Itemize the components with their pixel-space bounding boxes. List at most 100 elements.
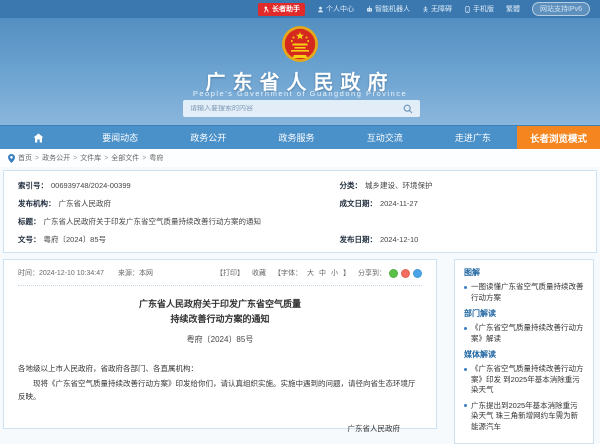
article-title-line2: 持续改善行动方案的通知 <box>18 312 422 327</box>
sidebar-heading-department: 部门解读 <box>464 308 584 319</box>
font-size-medium[interactable]: 中 <box>319 268 326 278</box>
ipv6-badge: 网站支持IPv6 <box>532 2 590 16</box>
breadcrumb-home[interactable]: 首页 <box>18 153 32 163</box>
meta-pub-date-value: 2024-12-10 <box>380 235 418 244</box>
meta-written-date-value: 2024-11-27 <box>380 199 418 208</box>
meta-index-label: 索引号： <box>18 180 48 191</box>
article-source: 来源：本网 <box>118 268 153 278</box>
nav-home[interactable] <box>0 126 76 149</box>
breadcrumb-disclosure[interactable]: 政务公开 <box>42 153 70 163</box>
robot-icon <box>366 6 373 13</box>
topbar-profile-label: 个人中心 <box>326 4 354 14</box>
breadcrumb: 首页 > 政务公开 > 文件库 > 全部文件 > 粤府 <box>0 149 600 167</box>
sidebar-link[interactable]: 《广东省空气质量持续改善行动方案》印发 到2025年基本消除重污染天气 <box>464 364 584 396</box>
topbar-mobile-label: 手机版 <box>473 4 494 14</box>
share-qq-icon[interactable] <box>413 269 422 278</box>
sidebar-link-label: 《广东省空气质量持续改善行动方案》印发 到2025年基本消除重污染天气 <box>471 364 584 396</box>
meta-title: 标题： 广东省人民政府关于印发广东省空气质量持续改善行动方案的通知 <box>18 212 582 230</box>
meta-title-value: 广东省人民政府关于印发广东省空气质量持续改善行动方案的通知 <box>44 216 262 227</box>
topbar-robot-label: 智能机器人 <box>375 4 410 14</box>
nav-item-disclosure[interactable]: 政务公开 <box>164 126 252 149</box>
article-title-line1: 广东省人民政府关于印发广东省空气质量 <box>18 297 422 312</box>
meta-doc-no-label: 文号： <box>18 234 41 245</box>
nav-item-about-guangdong[interactable]: 走进广东 <box>429 126 517 149</box>
share-label: 分享到： <box>358 268 386 278</box>
favorite-button[interactable]: 收藏 <box>252 268 266 278</box>
article-salutation: 各地级以上市人民政府，省政府各部门、各直属机构： <box>18 362 422 375</box>
article-title: 广东省人民政府关于印发广东省空气质量 持续改善行动方案的通知 <box>18 297 422 327</box>
font-size-large[interactable]: 大 <box>307 268 314 278</box>
sidebar-link[interactable]: 《广东省空气质量持续改善行动方案》解读 <box>464 323 584 344</box>
bullet-icon <box>464 286 467 289</box>
meta-written-date: 成文日期： 2024-11-27 <box>339 194 582 212</box>
topbar-traditional[interactable]: 繁體 <box>506 4 520 14</box>
font-size-small[interactable]: 小 <box>331 268 338 278</box>
elder-mode-button[interactable]: 长者浏览模式 <box>517 126 600 149</box>
topbar-profile[interactable]: 个人中心 <box>317 4 354 14</box>
meta-index-value: 006939748/2024-00399 <box>51 181 131 190</box>
search-input[interactable] <box>190 105 403 112</box>
article-panel: 时间：2024-12-10 10:34:47 来源：本网 【打印】 收藏 【字体… <box>3 259 437 429</box>
meta-pub-date: 发布日期： 2024-12-10 <box>339 230 582 248</box>
topbar-traditional-label: 繁體 <box>506 4 520 14</box>
topbar-mobile[interactable]: 手机版 <box>464 4 494 14</box>
person-icon <box>317 6 324 13</box>
nav-item-services[interactable]: 政务服务 <box>252 126 340 149</box>
breadcrumb-separator: > <box>142 155 146 162</box>
meta-agency-label: 发布机构： <box>18 198 56 209</box>
breadcrumb-current: 粤府 <box>149 153 163 163</box>
elder-helper-button[interactable]: 长者助手 <box>258 3 305 16</box>
meta-category-label: 分类： <box>339 180 362 191</box>
breadcrumb-separator: > <box>35 155 39 162</box>
topbar-accessibility-label: 无障碍 <box>431 4 452 14</box>
font-size-control: 【字体： 大 中 小 】 <box>274 268 350 278</box>
meta-title-label: 标题： <box>18 216 41 227</box>
location-pin-icon <box>8 154 15 163</box>
sidebar-link[interactable]: 一图读懂广东省空气质量持续改善行动方案 <box>464 282 584 303</box>
share-weibo-icon[interactable] <box>401 269 410 278</box>
article-paragraph: 现将《广东省空气质量持续改善行动方案》印发给你们，请认真组织实施。实施中遇到的问… <box>18 377 422 403</box>
search-icon[interactable] <box>403 104 413 114</box>
mobile-icon <box>464 6 471 13</box>
meta-written-date-label: 成文日期： <box>339 198 377 209</box>
sidebar-link-label: 广东提出到2025年基本消除重污染天气 珠三角新增网约车需为新能源汽车 <box>471 401 584 433</box>
meta-agency-value: 广东省人民政府 <box>59 198 112 209</box>
breadcrumb-separator: > <box>104 155 108 162</box>
font-size-suffix: 】 <box>343 268 350 278</box>
meta-agency: 发布机构： 广东省人民政府 <box>18 194 339 212</box>
breadcrumb-separator: > <box>73 155 77 162</box>
elder-helper-label: 长者助手 <box>272 4 300 14</box>
national-emblem <box>279 24 321 66</box>
related-reading-sidebar: 图解 一图读懂广东省空气质量持续改善行动方案 部门解读 《广东省空气质量持续改善… <box>454 259 594 444</box>
site-subtitle: People's Government of Guangdong Provinc… <box>0 89 600 98</box>
breadcrumb-library[interactable]: 文件库 <box>80 153 101 163</box>
font-size-prefix: 【字体： <box>274 268 302 278</box>
meta-doc-no-value: 粤府〔2024〕85号 <box>44 234 107 245</box>
nav-item-news[interactable]: 要闻动态 <box>76 126 164 149</box>
top-utility-bar: 长者助手 个人中心 智能机器人 无障碍 手机版 繁體 网站支持IPv6 <box>0 0 600 18</box>
bullet-icon <box>464 404 467 407</box>
home-icon <box>33 133 44 143</box>
main-nav: 要闻动态 政务公开 政务服务 互动交流 走进广东 长者浏览模式 <box>0 125 600 149</box>
breadcrumb-all-files[interactable]: 全部文件 <box>111 153 139 163</box>
sidebar-link[interactable]: 广东提出到2025年基本消除重污染天气 珠三角新增网约车需为新能源汽车 <box>464 401 584 433</box>
meta-category-value: 城乡建设、环境保护 <box>365 180 433 191</box>
article-signature: 广东省人民政府 <box>18 423 422 434</box>
elder-helper-icon <box>263 6 270 13</box>
sidebar-heading-media: 媒体解读 <box>464 349 584 360</box>
topbar-robot[interactable]: 智能机器人 <box>366 4 410 14</box>
nav-item-interaction[interactable]: 互动交流 <box>341 126 429 149</box>
topbar-accessibility[interactable]: 无障碍 <box>422 4 452 14</box>
article-toolbar: 时间：2024-12-10 10:34:47 来源：本网 【打印】 收藏 【字体… <box>18 268 422 286</box>
article-time: 时间：2024-12-10 10:34:47 <box>18 268 104 278</box>
bullet-icon <box>464 327 467 330</box>
share-wechat-icon[interactable] <box>389 269 398 278</box>
search-bar[interactable] <box>183 100 420 117</box>
accessibility-icon <box>422 6 429 13</box>
article-doc-number: 粤府〔2024〕85号 <box>18 334 422 345</box>
meta-doc-no: 文号： 粤府〔2024〕85号 <box>18 230 339 248</box>
sidebar-link-label: 一图读懂广东省空气质量持续改善行动方案 <box>471 282 584 303</box>
meta-pub-date-label: 发布日期： <box>339 234 377 245</box>
sidebar-link-label: 《广东省空气质量持续改善行动方案》解读 <box>471 323 584 344</box>
print-button[interactable]: 【打印】 <box>216 268 244 278</box>
